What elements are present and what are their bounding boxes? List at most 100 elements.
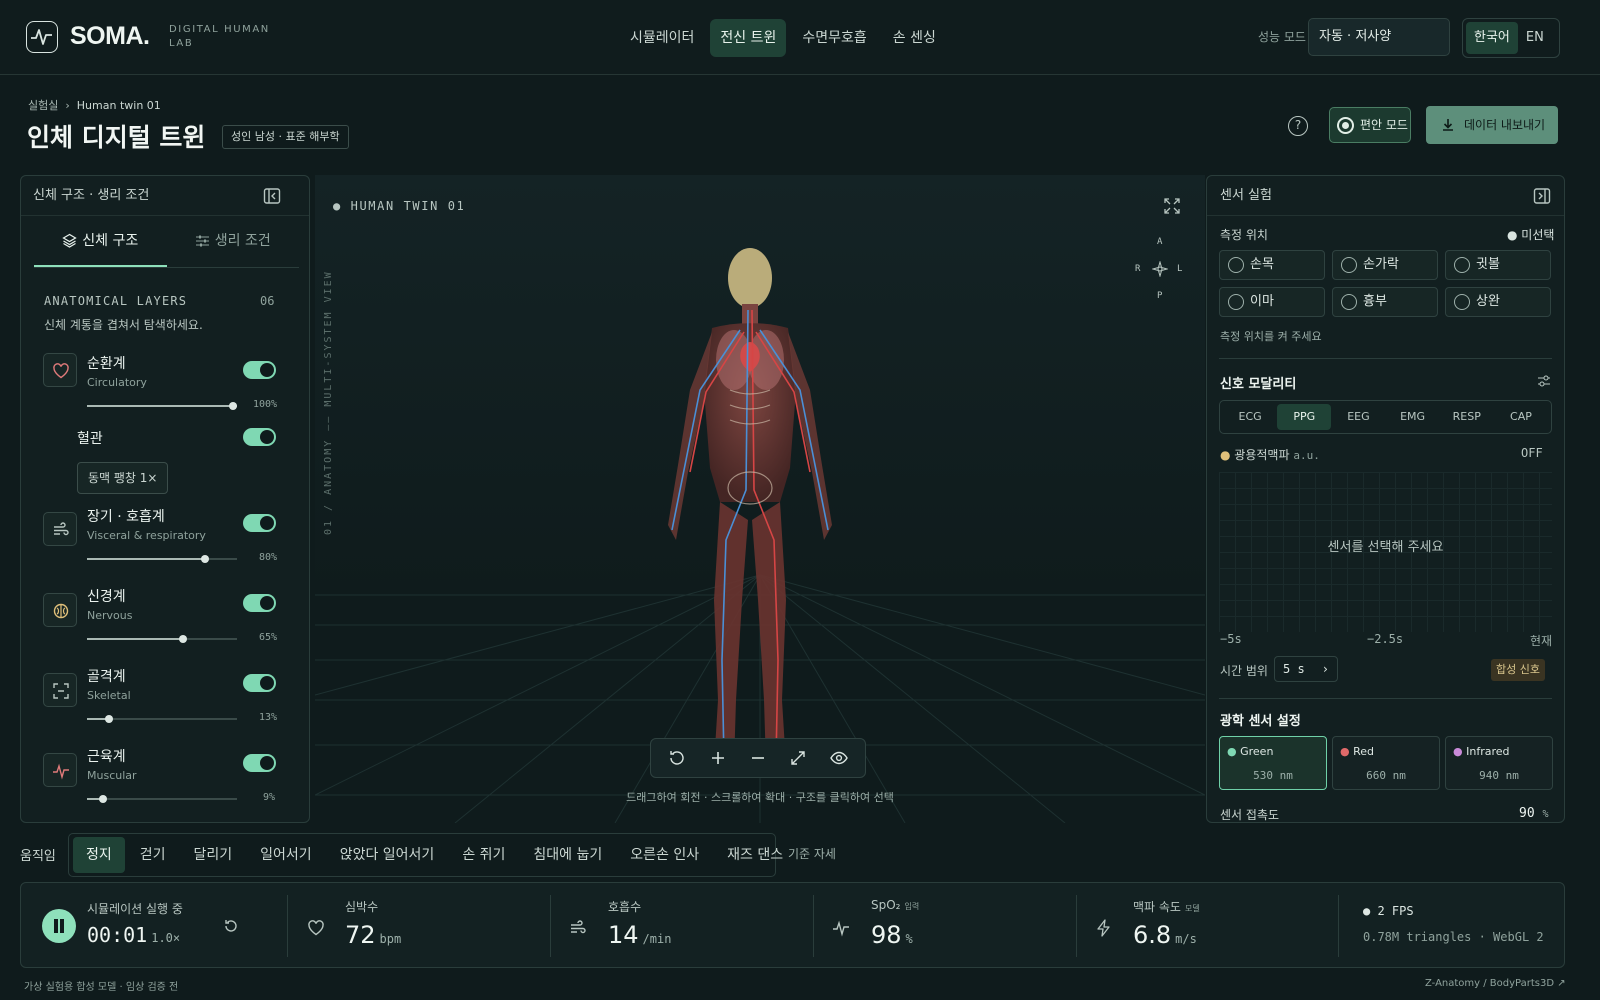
- modality-resp[interactable]: RESP: [1440, 404, 1494, 430]
- motion-right-wave[interactable]: 오른손 인사: [617, 837, 712, 873]
- modality-tabs: ECG PPG EEG EMG RESP CAP: [1219, 400, 1552, 434]
- layer-toggle-nervous[interactable]: [243, 594, 276, 612]
- perf-mode-select[interactable]: 자동 · 저사양: [1308, 18, 1450, 56]
- panel-title: 센서 실험: [1220, 188, 1272, 203]
- divider: [1338, 895, 1339, 957]
- slider-handle[interactable]: [201, 555, 209, 563]
- compass-posterior: P: [1157, 291, 1163, 301]
- brand-name: SOMA.: [70, 22, 150, 50]
- reset-view-icon[interactable]: [666, 747, 688, 769]
- layer-toggle-vessels[interactable]: [243, 428, 276, 446]
- modality-eeg[interactable]: EEG: [1331, 404, 1385, 430]
- export-data-button[interactable]: 데이터 내보내기: [1426, 106, 1558, 144]
- breadcrumb-root[interactable]: 실험실: [28, 99, 58, 112]
- site-earlobe-button[interactable]: 귓볼: [1445, 250, 1551, 280]
- tab-body-structure[interactable]: 신체 구조: [34, 216, 167, 267]
- motion-lie-down[interactable]: 침대에 눕기: [520, 837, 615, 873]
- divider: [1076, 895, 1077, 957]
- opacity-slider-muscular[interactable]: [87, 798, 237, 800]
- footer-credit-link[interactable]: Z-Anatomy / BodyParts3D ↗: [1425, 978, 1566, 989]
- main-nav: 시뮬레이터 전신 트윈 수면무호흡 손 센싱: [620, 19, 946, 57]
- compass-left: L: [1177, 264, 1183, 274]
- modality-cap[interactable]: CAP: [1494, 404, 1548, 430]
- viewport-label: ● HUMAN TWIN 01: [333, 199, 466, 213]
- layer-percent: 100%: [253, 399, 278, 410]
- sim-time: 00:01 1.0×: [87, 923, 181, 947]
- lang-ko-button[interactable]: 한국어: [1466, 22, 1518, 54]
- collapse-panel-icon[interactable]: [1533, 187, 1551, 205]
- motion-idle[interactable]: 정지: [73, 837, 125, 873]
- tab-physiology[interactable]: 생리 조건: [167, 216, 300, 267]
- nav-sleep-apnea[interactable]: 수면무호흡: [792, 19, 876, 57]
- nav-full-body-twin[interactable]: 전신 트윈: [710, 19, 787, 57]
- settings-sliders-icon[interactable]: [1537, 374, 1551, 388]
- time-tick: 현재: [1530, 634, 1553, 648]
- expand-icon[interactable]: [1163, 197, 1181, 215]
- layer-toggle-circulatory[interactable]: [243, 361, 276, 379]
- site-forehead-button[interactable]: 이마: [1219, 287, 1325, 317]
- motion-stand-up[interactable]: 일어서기: [247, 837, 325, 873]
- collapse-panel-icon[interactable]: [263, 187, 281, 205]
- site-upper-arm-button[interactable]: 상완: [1445, 287, 1551, 317]
- layer-name: 근육계: [87, 749, 126, 765]
- eye-icon[interactable]: [828, 747, 850, 769]
- modality-ecg[interactable]: ECG: [1223, 404, 1277, 430]
- compass-right: R: [1135, 264, 1141, 274]
- wavelength-infrared-card[interactable]: ● Infrared 940 nm: [1445, 736, 1553, 790]
- comfort-mode-button[interactable]: 편안 모드: [1329, 107, 1411, 143]
- vessel-label: 혈관: [77, 431, 103, 447]
- fit-view-icon[interactable]: [787, 747, 809, 769]
- human-body-model[interactable]: [630, 240, 870, 780]
- slider-fill: [87, 405, 237, 407]
- layer-percent: 80%: [259, 552, 278, 563]
- layer-percent: 9%: [263, 792, 276, 803]
- restart-icon[interactable]: [223, 918, 239, 934]
- wavelength-red-card[interactable]: ● Red 660 nm: [1332, 736, 1440, 790]
- modality-ppg[interactable]: PPG: [1277, 404, 1332, 430]
- slider-handle[interactable]: [105, 715, 113, 723]
- pulse-wave-velocity-value: 6.8 m/s: [1133, 921, 1197, 949]
- motion-run[interactable]: 달리기: [181, 837, 246, 873]
- panel-header: 신체 구조 · 생리 조건: [21, 176, 309, 216]
- layer-toggle-muscular[interactable]: [243, 754, 276, 772]
- layer-toggle-visceral[interactable]: [243, 514, 276, 532]
- lang-en-button[interactable]: EN: [1518, 22, 1552, 54]
- 3d-viewport[interactable]: ● HUMAN TWIN 01 01 / ANATOMY —— MULTI-SY…: [315, 175, 1205, 823]
- viewport-hint: 드래그하여 회전 · 스크롤하여 확대 · 구조를 클릭하여 선택: [626, 791, 894, 804]
- layers-count: 06: [260, 294, 275, 308]
- site-finger-button[interactable]: 손가락: [1332, 250, 1438, 280]
- pause-button[interactable]: [42, 909, 76, 943]
- motion-sit-stand[interactable]: 앉았다 일어서기: [327, 837, 448, 873]
- subject-chip: 성인 남성 · 표준 해부학: [222, 125, 349, 149]
- site-hint: 측정 위치를 켜 주세요: [1220, 330, 1322, 343]
- motion-jazz-dance[interactable]: 재즈 댄스: [714, 837, 796, 873]
- motion-hand-grip[interactable]: 손 쥐기: [449, 837, 518, 873]
- slider-handle[interactable]: [179, 635, 187, 643]
- measure-site-label: 측정 위치: [1220, 228, 1268, 242]
- site-chest-button[interactable]: 흉부: [1332, 287, 1438, 317]
- layer-name: 골격계: [87, 669, 126, 685]
- nav-simulator[interactable]: 시뮬레이터: [620, 19, 704, 57]
- time-range-button[interactable]: 5 s ›: [1274, 656, 1338, 682]
- zoom-in-icon[interactable]: [707, 747, 729, 769]
- base-pose-link[interactable]: 기준 자세: [788, 845, 836, 862]
- layers-icon: [62, 233, 77, 248]
- spo2-label: SpO₂ 입력: [871, 898, 920, 912]
- wind-icon: [43, 512, 77, 546]
- layer-toggle-skeletal[interactable]: [243, 674, 276, 692]
- wavelength-green-card[interactable]: ● Green 530 nm: [1219, 736, 1327, 790]
- slider-handle[interactable]: [229, 402, 237, 410]
- help-icon[interactable]: ?: [1288, 116, 1308, 136]
- pulse-icon: [43, 753, 77, 787]
- divider: [287, 895, 288, 957]
- zoom-out-icon[interactable]: [747, 747, 769, 769]
- compass-anterior: A: [1157, 237, 1163, 247]
- artery-dilation-chip[interactable]: 동맥 팽창 1×: [77, 462, 169, 494]
- modality-emg[interactable]: EMG: [1386, 404, 1440, 430]
- site-wrist-button[interactable]: 손목: [1219, 250, 1325, 280]
- motion-walk[interactable]: 걷기: [127, 837, 179, 873]
- slider-handle[interactable]: [99, 795, 107, 803]
- nav-hand-sensing[interactable]: 손 센싱: [883, 19, 946, 57]
- layer-subtitle: Skeletal: [87, 689, 131, 702]
- heart-rate-value: 72 bpm: [345, 921, 402, 949]
